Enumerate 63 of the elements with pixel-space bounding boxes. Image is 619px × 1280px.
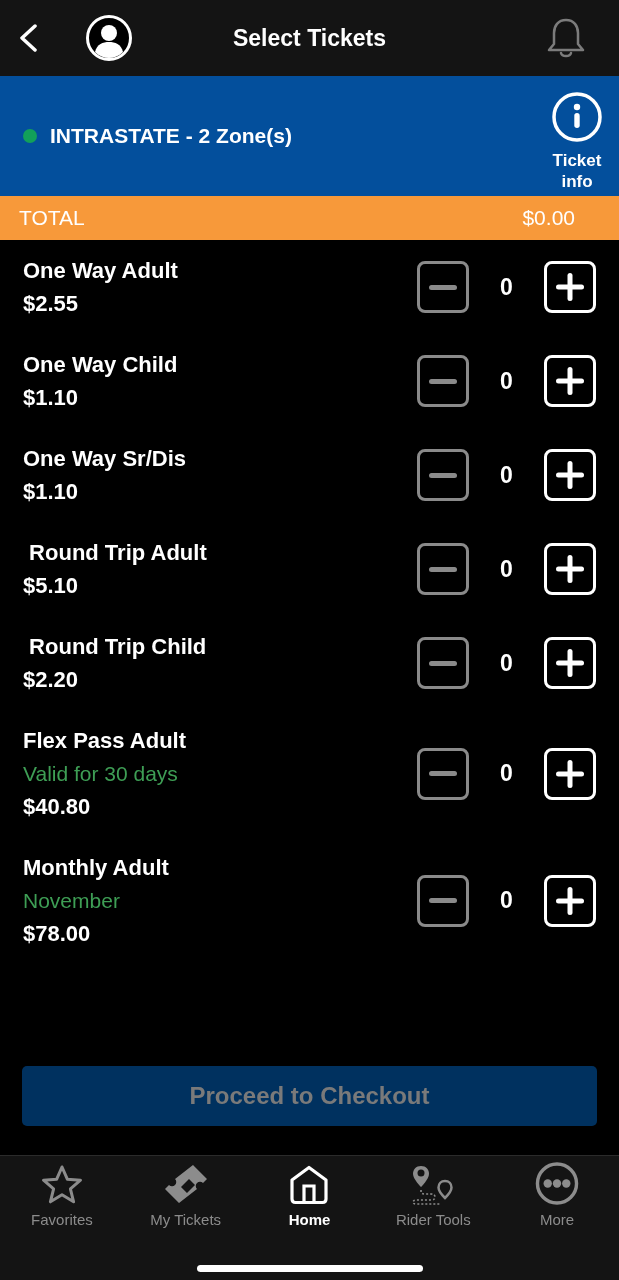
tab-item[interactable]: Rider Tools [371,1162,496,1228]
ticket-validity: Valid for 30 days [23,761,179,787]
ticket-name: Monthly Adult [23,854,170,882]
tab-item[interactable]: Home [247,1162,372,1228]
status-dot-icon [23,129,37,143]
ticket-name: One Way Sr/Dis [23,445,187,473]
ticket-validity: November [23,888,121,914]
ticket-quantity: 0 [499,461,514,489]
info-icon [552,92,602,142]
ticket-quantity: 0 [499,760,514,787]
minus-icon [429,378,457,384]
minus-icon [429,284,457,290]
ticket-name: Round Trip Adult [28,539,208,567]
increment-button[interactable] [544,543,596,595]
tab-item[interactable]: More [495,1162,619,1228]
notification-bell-icon[interactable] [546,17,586,59]
plus-icon [556,461,584,489]
back-icon[interactable] [18,24,38,52]
increment-button[interactable] [544,747,596,800]
ticket-price: $1.10 [23,478,80,506]
ticket-quantity: 0 [499,887,514,914]
plus-icon [556,759,584,788]
ticket-price: $78.00 [23,920,92,948]
total-label: TOTAL [19,206,85,230]
screen-title: Select Tickets [233,24,386,52]
minus-icon [429,771,457,776]
ticket-quantity: 0 [499,649,514,677]
home-icon [289,1165,330,1205]
ticket-price: $1.10 [23,384,80,412]
ticket-name: One Way Child [23,351,179,379]
increment-button[interactable] [544,874,596,927]
ticket-quantity: 0 [499,273,514,301]
more-icon [535,1162,580,1205]
increment-button[interactable] [544,355,596,407]
ticket-info-button[interactable]: Ticket info [541,92,613,192]
ticket-price: $40.80 [23,793,92,821]
zone-label: INTRASTATE - 2 Zone(s) [50,124,293,148]
profile-avatar-icon[interactable] [86,15,132,61]
plus-icon [556,555,584,583]
minus-icon [429,472,457,478]
map-pins-icon [411,1165,456,1205]
plus-icon [556,886,584,915]
increment-button[interactable] [544,637,596,689]
total-amount: $0.00 [522,206,575,230]
tab-item[interactable]: My Tickets [123,1162,248,1228]
tab-item[interactable]: Favorites [0,1162,124,1228]
ticket-name: One Way Adult [23,257,179,285]
minus-icon [429,660,457,666]
minus-icon [429,898,457,903]
ticket-quantity: 0 [499,367,514,395]
plus-icon [556,367,584,395]
minus-icon [429,566,457,572]
ticket-quantity: 0 [499,555,514,583]
ticket-name: Flex Pass Adult [23,727,187,755]
star-icon [40,1165,83,1205]
plus-icon [556,649,584,677]
ticket-price: $2.55 [23,290,80,318]
increment-button[interactable] [544,261,596,313]
ticket-name: Round Trip Child [28,633,208,661]
increment-button[interactable] [544,449,596,501]
ticket-price: $5.10 [23,572,80,600]
plus-icon [556,273,584,301]
ticket-price: $2.20 [23,666,80,694]
